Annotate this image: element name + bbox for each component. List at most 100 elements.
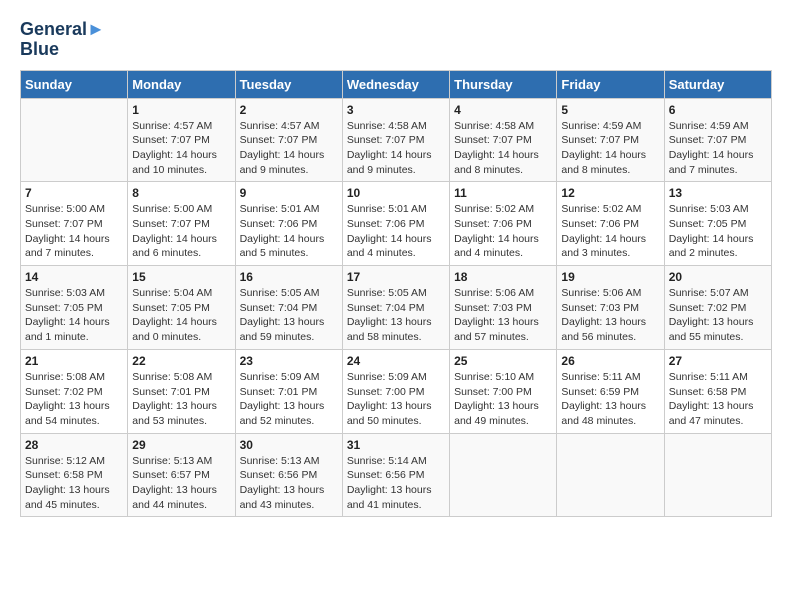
week-row-4: 21 Sunrise: 5:08 AM Sunset: 7:02 PM Dayli…	[21, 349, 772, 433]
day-number: 25	[454, 354, 552, 368]
calendar-cell: 27Sunrise: 5:11 AM Sunset: 6:58 PM Dayli…	[664, 349, 771, 433]
day-info: Sunrise: 5:09 AM Sunset: 7:01 PM Dayligh…	[240, 370, 338, 429]
col-header-sunday: Sunday	[21, 70, 128, 98]
day-number: 10	[347, 186, 445, 200]
day-info: Sunrise: 5:08 AM Sunset: 7:02 PM Dayligh…	[25, 370, 123, 429]
calendar-cell: 30 Sunrise: 5:13 AM Sunset: 6:56 PM Dayli…	[235, 433, 342, 517]
day-info: Sunrise: 4:58 AM Sunset: 7:07 PM Dayligh…	[347, 119, 445, 178]
day-info: Sunrise: 5:13 AM Sunset: 6:56 PM Dayligh…	[240, 454, 338, 513]
col-header-friday: Friday	[557, 70, 664, 98]
day-info: Sunrise: 4:57 AM Sunset: 7:07 PM Dayligh…	[132, 119, 230, 178]
day-number: 2	[240, 103, 338, 117]
day-info: Sunrise: 5:09 AM Sunset: 7:00 PM Dayligh…	[347, 370, 445, 429]
day-number: 29	[132, 438, 230, 452]
col-header-thursday: Thursday	[450, 70, 557, 98]
calendar-cell: 9 Sunrise: 5:01 AM Sunset: 7:06 PM Daylig…	[235, 182, 342, 266]
day-info: Sunrise: 5:05 AM Sunset: 7:04 PM Dayligh…	[240, 286, 338, 345]
day-info: Sunrise: 5:11 AM Sunset: 6:58 PM Dayligh…	[669, 370, 767, 429]
day-number: 5	[561, 103, 659, 117]
day-info: Sunrise: 5:08 AM Sunset: 7:01 PM Dayligh…	[132, 370, 230, 429]
calendar-cell: 24 Sunrise: 5:09 AM Sunset: 7:00 PM Dayli…	[342, 349, 449, 433]
day-info: Sunrise: 4:59 AM Sunset: 7:07 PM Dayligh…	[669, 119, 767, 178]
calendar-cell: 26 Sunrise: 5:11 AM Sunset: 6:59 PM Dayli…	[557, 349, 664, 433]
day-number: 17	[347, 270, 445, 284]
day-number: 11	[454, 186, 552, 200]
calendar-cell: 23 Sunrise: 5:09 AM Sunset: 7:01 PM Dayli…	[235, 349, 342, 433]
day-number: 18	[454, 270, 552, 284]
calendar-cell: 5 Sunrise: 4:59 AM Sunset: 7:07 PM Daylig…	[557, 98, 664, 182]
day-info: Sunrise: 5:14 AM Sunset: 6:56 PM Dayligh…	[347, 454, 445, 513]
week-row-5: 28Sunrise: 5:12 AM Sunset: 6:58 PM Dayli…	[21, 433, 772, 517]
calendar-cell: 20Sunrise: 5:07 AM Sunset: 7:02 PM Dayli…	[664, 266, 771, 350]
logo-text: General►Blue	[20, 20, 105, 60]
calendar-cell	[21, 98, 128, 182]
week-row-1: 1 Sunrise: 4:57 AM Sunset: 7:07 PM Daylig…	[21, 98, 772, 182]
day-info: Sunrise: 5:13 AM Sunset: 6:57 PM Dayligh…	[132, 454, 230, 513]
calendar-cell: 1 Sunrise: 4:57 AM Sunset: 7:07 PM Daylig…	[128, 98, 235, 182]
day-number: 9	[240, 186, 338, 200]
calendar-cell: 16 Sunrise: 5:05 AM Sunset: 7:04 PM Dayli…	[235, 266, 342, 350]
calendar-cell	[557, 433, 664, 517]
calendar-header-row: SundayMondayTuesdayWednesdayThursdayFrid…	[21, 70, 772, 98]
day-info: Sunrise: 5:03 AM Sunset: 7:05 PM Dayligh…	[25, 286, 123, 345]
week-row-3: 14 Sunrise: 5:03 AM Sunset: 7:05 PM Dayli…	[21, 266, 772, 350]
calendar-cell: 11 Sunrise: 5:02 AM Sunset: 7:06 PM Dayli…	[450, 182, 557, 266]
day-info: Sunrise: 5:05 AM Sunset: 7:04 PM Dayligh…	[347, 286, 445, 345]
day-number: 15	[132, 270, 230, 284]
day-number: 31	[347, 438, 445, 452]
day-number: 23	[240, 354, 338, 368]
day-info: Sunrise: 5:12 AM Sunset: 6:58 PM Dayligh…	[25, 454, 123, 513]
day-info: Sunrise: 4:59 AM Sunset: 7:07 PM Dayligh…	[561, 119, 659, 178]
day-number: 19	[561, 270, 659, 284]
day-number: 24	[347, 354, 445, 368]
calendar-cell: 25 Sunrise: 5:10 AM Sunset: 7:00 PM Dayli…	[450, 349, 557, 433]
day-info: Sunrise: 5:00 AM Sunset: 7:07 PM Dayligh…	[25, 202, 123, 261]
logo: General►Blue	[20, 20, 105, 60]
day-info: Sunrise: 5:01 AM Sunset: 7:06 PM Dayligh…	[240, 202, 338, 261]
day-info: Sunrise: 4:57 AM Sunset: 7:07 PM Dayligh…	[240, 119, 338, 178]
day-info: Sunrise: 5:02 AM Sunset: 7:06 PM Dayligh…	[561, 202, 659, 261]
day-number: 20	[669, 270, 767, 284]
calendar-cell	[664, 433, 771, 517]
calendar-cell: 14 Sunrise: 5:03 AM Sunset: 7:05 PM Dayli…	[21, 266, 128, 350]
day-number: 1	[132, 103, 230, 117]
day-info: Sunrise: 5:06 AM Sunset: 7:03 PM Dayligh…	[561, 286, 659, 345]
day-number: 7	[25, 186, 123, 200]
calendar-cell: 21 Sunrise: 5:08 AM Sunset: 7:02 PM Dayli…	[21, 349, 128, 433]
week-row-2: 7 Sunrise: 5:00 AM Sunset: 7:07 PM Daylig…	[21, 182, 772, 266]
calendar-cell: 2 Sunrise: 4:57 AM Sunset: 7:07 PM Daylig…	[235, 98, 342, 182]
calendar-cell: 7 Sunrise: 5:00 AM Sunset: 7:07 PM Daylig…	[21, 182, 128, 266]
day-number: 8	[132, 186, 230, 200]
calendar-cell: 22Sunrise: 5:08 AM Sunset: 7:01 PM Dayli…	[128, 349, 235, 433]
calendar-cell: 29 Sunrise: 5:13 AM Sunset: 6:57 PM Dayli…	[128, 433, 235, 517]
day-number: 30	[240, 438, 338, 452]
col-header-tuesday: Tuesday	[235, 70, 342, 98]
day-info: Sunrise: 5:10 AM Sunset: 7:00 PM Dayligh…	[454, 370, 552, 429]
day-info: Sunrise: 5:04 AM Sunset: 7:05 PM Dayligh…	[132, 286, 230, 345]
day-number: 12	[561, 186, 659, 200]
calendar-cell: 8Sunrise: 5:00 AM Sunset: 7:07 PM Daylig…	[128, 182, 235, 266]
calendar-cell: 15 Sunrise: 5:04 AM Sunset: 7:05 PM Dayli…	[128, 266, 235, 350]
day-number: 21	[25, 354, 123, 368]
day-number: 26	[561, 354, 659, 368]
day-info: Sunrise: 5:11 AM Sunset: 6:59 PM Dayligh…	[561, 370, 659, 429]
calendar-cell: 18Sunrise: 5:06 AM Sunset: 7:03 PM Dayli…	[450, 266, 557, 350]
day-info: Sunrise: 5:02 AM Sunset: 7:06 PM Dayligh…	[454, 202, 552, 261]
calendar-cell: 28Sunrise: 5:12 AM Sunset: 6:58 PM Dayli…	[21, 433, 128, 517]
day-info: Sunrise: 4:58 AM Sunset: 7:07 PM Dayligh…	[454, 119, 552, 178]
col-header-saturday: Saturday	[664, 70, 771, 98]
day-number: 6	[669, 103, 767, 117]
day-number: 16	[240, 270, 338, 284]
day-number: 13	[669, 186, 767, 200]
col-header-wednesday: Wednesday	[342, 70, 449, 98]
page-header: General►Blue	[20, 20, 772, 60]
day-number: 3	[347, 103, 445, 117]
day-number: 14	[25, 270, 123, 284]
calendar-cell: 13 Sunrise: 5:03 AM Sunset: 7:05 PM Dayli…	[664, 182, 771, 266]
calendar-cell: 17 Sunrise: 5:05 AM Sunset: 7:04 PM Dayli…	[342, 266, 449, 350]
calendar-cell: 3 Sunrise: 4:58 AM Sunset: 7:07 PM Daylig…	[342, 98, 449, 182]
calendar-cell: 4Sunrise: 4:58 AM Sunset: 7:07 PM Daylig…	[450, 98, 557, 182]
calendar-cell	[450, 433, 557, 517]
calendar-cell: 10Sunrise: 5:01 AM Sunset: 7:06 PM Dayli…	[342, 182, 449, 266]
day-info: Sunrise: 5:03 AM Sunset: 7:05 PM Dayligh…	[669, 202, 767, 261]
